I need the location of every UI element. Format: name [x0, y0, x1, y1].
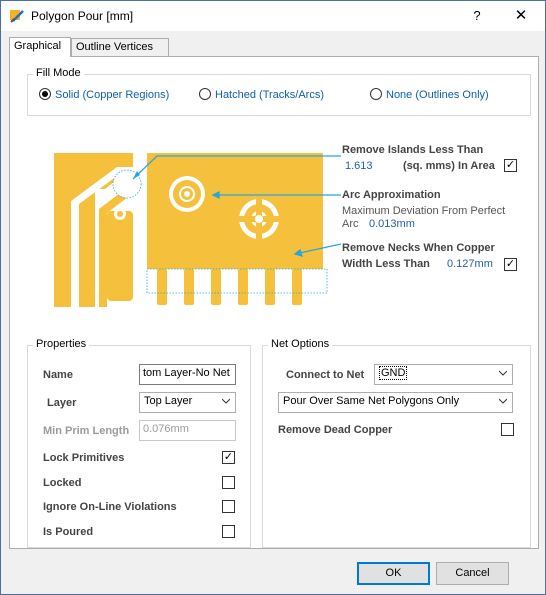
chevron-down-icon	[499, 398, 507, 404]
remove-dead-copper-label: Remove Dead Copper	[278, 424, 393, 436]
remove-necks-label: Remove Necks When Copper	[342, 242, 495, 254]
ok-button[interactable]: OK	[357, 562, 430, 585]
remove-islands-value[interactable]: 1.613	[345, 160, 373, 172]
locked-label: Locked	[43, 477, 82, 489]
min-prim-length-input: 0.076mm	[139, 420, 236, 441]
properties-label: Properties	[33, 338, 90, 350]
net-options-label: Net Options	[268, 338, 333, 350]
fill-mode-group: Fill Mode Solid (Copper Regions) Hatched…	[27, 67, 531, 116]
fill-mode-solid-radio[interactable]: Solid (Copper Regions)	[39, 87, 169, 103]
radio-empty-icon	[370, 88, 382, 100]
remove-necks-checkbox[interactable]: ✓	[504, 258, 517, 271]
locked-checkbox[interactable]	[222, 476, 235, 489]
min-prim-length-label: Min Prim Length	[43, 425, 130, 437]
properties-group: Properties Name tom Layer-No Net Layer T…	[27, 338, 251, 548]
lock-primitives-label: Lock Primitives	[43, 452, 125, 464]
name-input[interactable]: tom Layer-No Net	[139, 364, 236, 385]
arc-approx-desc2: Arc	[342, 218, 359, 230]
thermal-relief-pad	[239, 199, 279, 239]
arc-approx-label: Arc Approximation	[342, 189, 441, 201]
lock-primitives-checkbox[interactable]: ✓	[222, 451, 235, 464]
fill-mode-none-radio[interactable]: None (Outlines Only)	[370, 87, 489, 103]
remove-islands-label: Remove Islands Less Than	[342, 144, 484, 156]
pour-over-select[interactable]: Pour Over Same Net Polygons Only	[278, 392, 513, 413]
remove-islands-unit: (sq. mms) In Area	[403, 160, 495, 172]
help-button[interactable]: ?	[467, 6, 487, 26]
radio-empty-icon	[199, 88, 211, 100]
polygon-pour-dialog: Polygon Pour [mm] ? ✕ Graphical Outline …	[0, 0, 546, 595]
arc-approx-value[interactable]: 0.013mm	[369, 218, 415, 230]
tab-outline-vertices[interactable]: Outline Vertices	[71, 38, 169, 56]
chevron-down-icon	[222, 398, 230, 404]
net-options-group: Net Options Connect to Net GND Pour Over…	[262, 338, 531, 548]
tab-graphical[interactable]: Graphical	[9, 37, 71, 57]
close-button[interactable]: ✕	[511, 6, 531, 26]
polygon-pour-illustration	[54, 153, 342, 307]
window-title: Polygon Pour [mm]	[31, 9, 134, 23]
is-poured-checkbox[interactable]	[222, 525, 235, 538]
radio-selected-icon	[39, 88, 51, 100]
connect-to-net-select[interactable]: GND	[374, 364, 513, 385]
arc-approx-desc: Maximum Deviation From Perfect	[342, 205, 506, 217]
cancel-button[interactable]: Cancel	[436, 562, 509, 585]
remove-necks-value[interactable]: 0.127mm	[447, 258, 493, 270]
is-poured-label: Is Poured	[43, 526, 94, 538]
layer-select[interactable]: Top Layer	[139, 392, 236, 413]
remove-necks-label2: Width Less Than	[342, 258, 430, 270]
copper-main-region	[147, 153, 323, 269]
ignore-online-checkbox[interactable]	[222, 500, 235, 513]
polygon-pour-icon	[10, 10, 24, 23]
title-bar: Polygon Pour [mm] ? ✕	[1, 1, 545, 31]
ignore-online-label: Ignore On-Line Violations	[43, 501, 177, 513]
name-label: Name	[43, 369, 73, 381]
layer-label: Layer	[47, 397, 77, 409]
fill-mode-hatched-radio[interactable]: Hatched (Tracks/Arcs)	[199, 87, 324, 103]
copper-fingers	[157, 269, 302, 305]
fill-mode-label: Fill Mode	[33, 67, 84, 79]
remove-dead-copper-checkbox[interactable]	[501, 423, 514, 436]
remove-islands-checkbox[interactable]: ✓	[504, 159, 517, 172]
connect-to-net-label: Connect to Net	[286, 369, 365, 381]
chevron-down-icon	[499, 370, 507, 376]
